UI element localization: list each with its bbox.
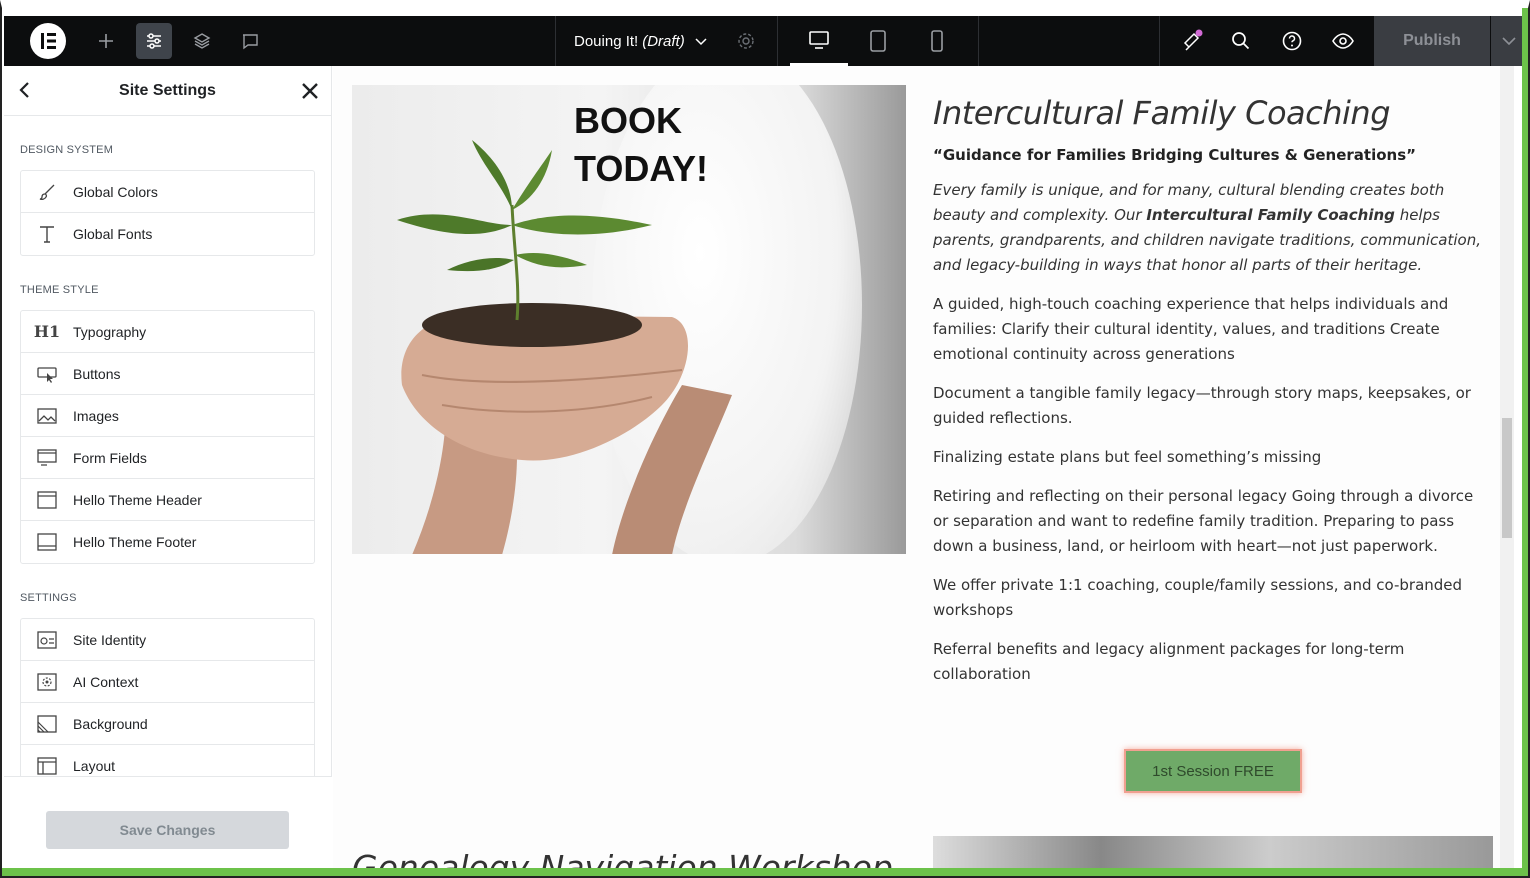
section-subtitle: “Guidance for Families Bridging Cultures… xyxy=(933,146,1417,164)
menu-item-hello-theme-footer[interactable]: Hello Theme Footer xyxy=(21,521,314,563)
menu-item-label: Background xyxy=(73,715,148,732)
paragraph: Referral benefits and legacy alignment p… xyxy=(933,640,1405,683)
menu-item-background[interactable]: Background xyxy=(21,703,314,745)
intro-bold: Intercultural Family Coaching xyxy=(1146,206,1395,224)
window-bottom-edge xyxy=(2,868,1528,876)
elementor-logo-icon[interactable] xyxy=(30,23,66,59)
section-label-design-system: DESIGN SYSTEM xyxy=(20,144,114,156)
layers-icon[interactable] xyxy=(184,23,220,59)
header-icon xyxy=(21,490,73,510)
menu-item-typography[interactable]: H1 Typography xyxy=(21,311,314,353)
paragraph: A guided, high-touch coaching experience… xyxy=(933,295,1449,363)
hero-image[interactable]: BOOK TODAY! xyxy=(352,85,906,554)
page-canvas: BOOK TODAY! Intercultural Family Coachin… xyxy=(333,66,1514,876)
canvas-scrollbar[interactable] xyxy=(1500,66,1514,876)
back-arrow-icon[interactable] xyxy=(18,79,32,105)
divider xyxy=(777,16,778,66)
menu-item-global-colors[interactable]: Global Colors xyxy=(21,171,314,213)
free-session-button[interactable]: 1st Session FREE xyxy=(1124,749,1302,793)
document-status: (Draft) xyxy=(642,32,685,50)
section-label-settings: SETTINGS xyxy=(20,592,77,604)
menu-item-label: Hello Theme Header xyxy=(73,491,202,508)
menu-item-label: Global Colors xyxy=(73,183,158,200)
design-system-group: Global Colors Global Fonts xyxy=(20,170,315,256)
footer-icon xyxy=(21,532,73,552)
menu-item-label: Hello Theme Footer xyxy=(73,534,197,550)
menu-item-label: Global Fonts xyxy=(73,226,153,242)
notifications-icon[interactable] xyxy=(1180,29,1204,58)
menu-item-label: Form Fields xyxy=(73,449,147,466)
panel-title: Site Settings xyxy=(119,81,216,99)
publish-options-chevron-icon[interactable] xyxy=(1491,16,1526,66)
site-settings-icon[interactable] xyxy=(136,23,172,59)
mobile-view-icon[interactable] xyxy=(908,16,966,66)
add-element-icon[interactable] xyxy=(88,23,124,59)
heading-icon: H1 xyxy=(33,322,61,341)
background-icon xyxy=(21,714,73,734)
menu-item-form-fields[interactable]: Form Fields xyxy=(21,437,314,479)
image-icon xyxy=(21,407,73,425)
scrollbar-thumb[interactable] xyxy=(1502,418,1512,538)
brush-icon xyxy=(21,182,73,202)
paragraph: Document a tangible family legacy—throug… xyxy=(933,384,1471,427)
document-name: Douing It! xyxy=(574,32,639,50)
page-settings-gear-icon[interactable] xyxy=(736,31,756,56)
menu-item-images[interactable]: Images xyxy=(21,395,314,437)
save-changes-button[interactable]: Save Changes xyxy=(46,811,289,849)
menu-item-hello-theme-header[interactable]: Hello Theme Header xyxy=(21,479,314,521)
close-icon[interactable] xyxy=(301,76,319,107)
divider xyxy=(1159,16,1160,66)
menu-item-label: Typography xyxy=(73,323,147,340)
chevron-down-icon xyxy=(695,33,707,50)
book-line-2: TODAY! xyxy=(574,148,709,189)
menu-item-ai-context[interactable]: AI Context xyxy=(21,661,314,703)
divider xyxy=(978,16,979,66)
intro-paragraph: Every family is unique, and for many, cu… xyxy=(933,178,1493,278)
paragraph: Finalizing estate plans but feel somethi… xyxy=(933,448,1322,466)
window-edge xyxy=(1522,8,1528,876)
menu-item-global-fonts[interactable]: Global Fonts xyxy=(21,213,314,255)
coaching-content: Intercultural Family Coaching “Guidance … xyxy=(933,94,1493,687)
ai-icon xyxy=(21,672,73,692)
form-icon xyxy=(21,448,73,468)
help-icon[interactable] xyxy=(1281,30,1303,57)
panel-header: Site Settings xyxy=(4,66,331,116)
font-icon xyxy=(21,224,73,244)
preview-eye-icon[interactable] xyxy=(1331,31,1355,56)
section-title: Intercultural Family Coaching xyxy=(933,94,1391,132)
book-line-1: BOOK xyxy=(574,100,682,141)
document-title[interactable]: Douing It! (Draft) xyxy=(574,16,707,66)
top-bar: Douing It! (Draft) Publish xyxy=(4,16,1526,66)
panel-footer: Save Changes xyxy=(4,776,332,876)
divider xyxy=(555,16,556,66)
tablet-view-icon[interactable] xyxy=(849,16,907,66)
menu-item-label: Layout xyxy=(73,758,116,774)
comments-icon[interactable] xyxy=(232,23,268,59)
paragraph: Retiring and reflecting on their persona… xyxy=(933,487,1474,555)
identity-icon xyxy=(21,630,73,650)
desktop-view-icon[interactable] xyxy=(790,16,848,66)
search-icon[interactable] xyxy=(1230,30,1252,57)
section-label-theme-style: THEME STYLE xyxy=(20,284,99,296)
book-today-heading: BOOK TODAY! xyxy=(574,97,708,193)
layout-icon xyxy=(21,756,73,776)
theme-style-group: H1 Typography Buttons Images Form Fields… xyxy=(20,310,315,564)
menu-item-buttons[interactable]: Buttons xyxy=(21,353,314,395)
site-settings-panel: Site Settings DESIGN SYSTEM Global Color… xyxy=(4,66,332,876)
paragraph: We offer private 1:1 coaching, couple/fa… xyxy=(933,576,1463,619)
menu-item-label: Images xyxy=(73,407,119,424)
menu-item-label: AI Context xyxy=(73,673,139,690)
menu-item-site-identity[interactable]: Site Identity xyxy=(21,619,314,661)
button-icon xyxy=(21,364,73,384)
menu-item-label: Buttons xyxy=(73,365,121,382)
editor-window: Douing It! (Draft) Publish Site Settings… xyxy=(0,0,1530,878)
publish-button[interactable]: Publish xyxy=(1374,16,1490,66)
menu-item-label: Site Identity xyxy=(73,631,147,648)
settings-group: Site Identity AI Context Background Layo… xyxy=(20,618,315,788)
